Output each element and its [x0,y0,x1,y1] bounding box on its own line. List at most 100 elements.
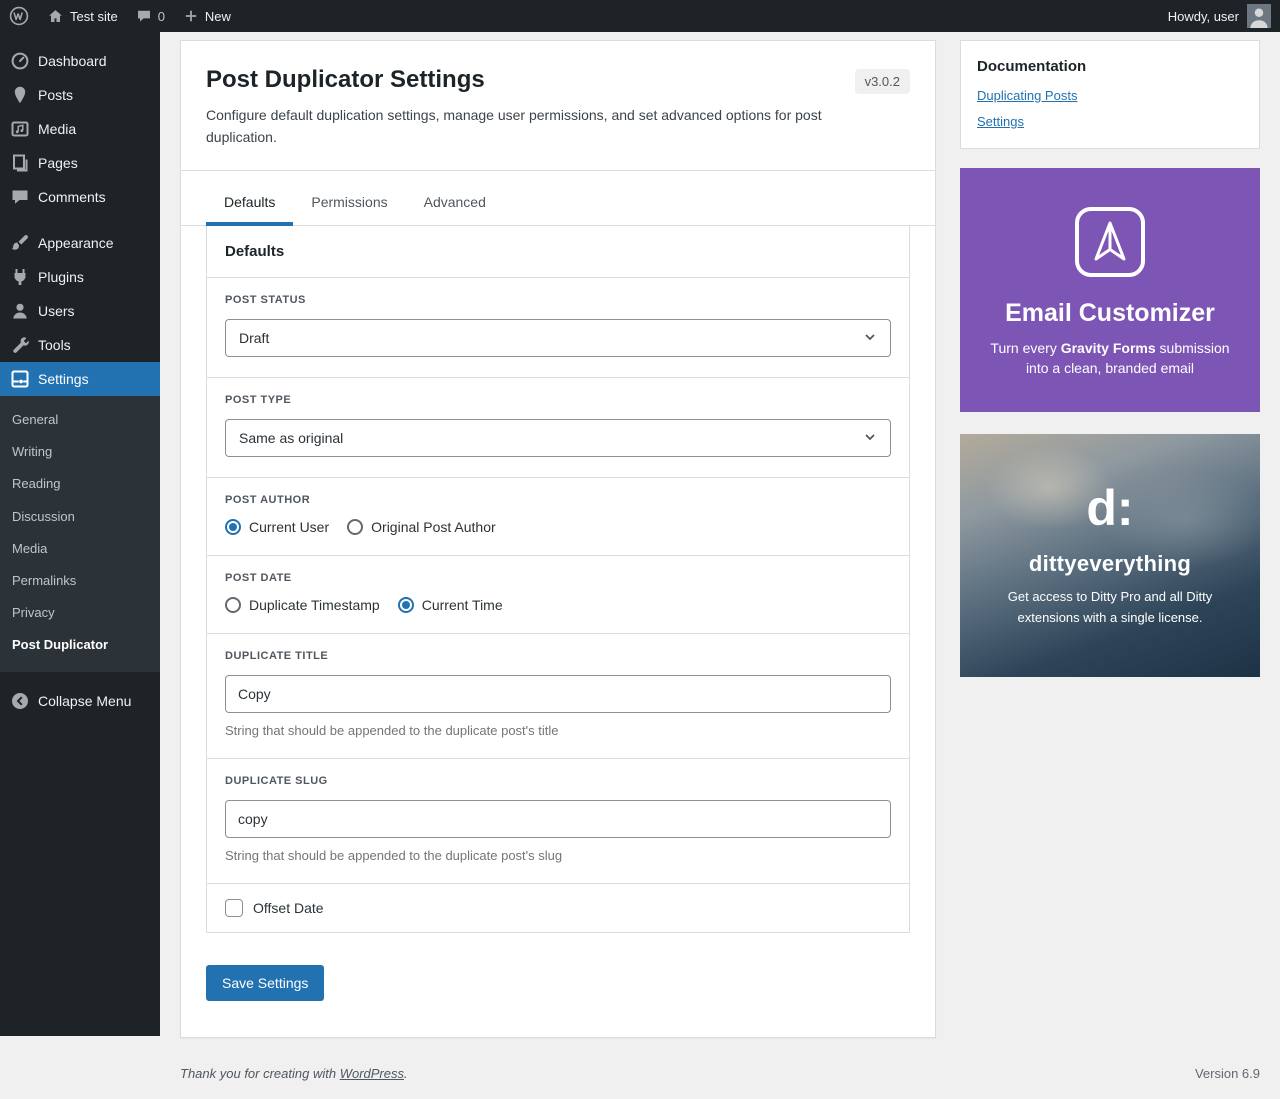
submenu-privacy[interactable]: Privacy [0,597,160,629]
collapse-menu-button[interactable]: Collapse Menu [0,684,160,718]
radio-label: Current User [249,519,329,535]
radio-control[interactable] [347,519,363,535]
sidebar-label: Appearance [38,235,114,251]
offset-date-label: Offset Date [253,900,324,916]
duplicate-title-input[interactable] [225,675,891,713]
sidebar-item-comments[interactable]: Comments [0,180,160,214]
sidebar-item-tools[interactable]: Tools [0,328,160,362]
doc-link-settings[interactable]: Settings [977,114,1243,129]
email-customizer-title: Email Customizer [1005,299,1215,328]
radio-control[interactable] [225,597,241,613]
submenu-general[interactable]: General [0,404,160,436]
submenu-post-duplicator[interactable]: Post Duplicator [0,629,160,661]
new-content-menu[interactable]: New [174,0,240,32]
chevron-down-icon [863,430,877,447]
radio-control[interactable] [225,519,241,535]
radio-duplicate-timestamp[interactable]: Duplicate Timestamp [225,597,380,613]
tab-advanced[interactable]: Advanced [406,181,504,225]
home-icon [47,8,64,25]
settings-tabs: Defaults Permissions Advanced [181,171,935,226]
post-date-label: POST DATE [225,572,891,584]
sidebar-label: Media [38,121,76,137]
comments-shortcut[interactable]: 0 [127,0,174,32]
radio-current-user[interactable]: Current User [225,519,329,535]
collapse-label: Collapse Menu [38,693,131,709]
sidebar-item-posts[interactable]: Posts [0,78,160,112]
footer-version: Version 6.9 [1195,1066,1260,1081]
save-row: Save Settings [181,933,935,1037]
plus-icon [183,8,199,24]
sidebar-label: Dashboard [38,53,107,69]
gravity-forms-brand: Gravity Forms [1061,340,1156,356]
pages-icon [10,153,30,173]
post-type-select[interactable]: Same as original [225,419,891,457]
user-icon [10,301,30,321]
post-author-field: POST AUTHOR Current User Original Post A… [207,478,909,556]
offset-date-checkbox[interactable] [225,899,243,917]
doc-link-duplicating-posts[interactable]: Duplicating Posts [977,88,1243,103]
sidebar-label: Settings [38,371,89,387]
version-badge: v3.0.2 [855,69,910,94]
wordpress-link[interactable]: WordPress [340,1066,404,1081]
settings-icon [10,369,30,389]
sidebar-label: Users [38,303,75,319]
panel-title: Defaults [207,226,909,278]
ditty-logo: d: [1086,483,1133,533]
sidebar-item-dashboard[interactable]: Dashboard [0,44,160,78]
ditty-ad-banner[interactable]: d: dittyeverything Get access to Ditty P… [960,434,1260,677]
sidebar-item-users[interactable]: Users [0,294,160,328]
radio-original-post-author[interactable]: Original Post Author [347,519,496,535]
radio-label: Current Time [422,597,503,613]
settings-card: Post Duplicator Settings v3.0.2 Configur… [180,40,936,1038]
footer-thanks: Thank you for creating with WordPress. [180,1066,408,1081]
post-status-field: POST STATUS Draft [207,278,909,378]
admin-footer: Thank you for creating with WordPress. V… [180,1038,1260,1099]
submenu-discussion[interactable]: Discussion [0,501,160,533]
pin-icon [10,85,30,105]
post-status-select[interactable]: Draft [225,319,891,357]
radio-control[interactable] [398,597,414,613]
settings-submenu: General Writing Reading Discussion Media… [0,396,160,672]
sidebar-item-media[interactable]: Media [0,112,160,146]
avatar [1247,4,1271,28]
radio-current-time[interactable]: Current Time [398,597,503,613]
save-settings-button[interactable]: Save Settings [206,965,324,1001]
post-status-value: Draft [239,330,269,346]
documentation-widget: Documentation Duplicating Posts Settings [960,40,1260,149]
post-type-label: POST TYPE [225,394,891,406]
tab-defaults[interactable]: Defaults [206,181,293,226]
sidebar-item-pages[interactable]: Pages [0,146,160,180]
new-label: New [205,9,231,24]
howdy-label: Howdy, user [1168,9,1239,24]
account-menu[interactable]: Howdy, user [1159,0,1280,32]
plug-icon [10,267,30,287]
wordpress-logo-menu[interactable] [0,0,38,32]
email-customizer-ad-banner[interactable]: Email Customizer Turn every Gravity Form… [960,168,1260,412]
comments-count: 0 [158,9,165,24]
media-icon [10,119,30,139]
post-type-value: Same as original [239,430,343,446]
sidebar-label: Comments [38,189,106,205]
duplicate-title-help: String that should be appended to the du… [225,723,891,738]
sidebar-item-plugins[interactable]: Plugins [0,260,160,294]
submenu-permalinks[interactable]: Permalinks [0,565,160,597]
duplicate-slug-input[interactable] [225,800,891,838]
submenu-media[interactable]: Media [0,533,160,565]
offset-date-option[interactable]: Offset Date [225,899,891,917]
collapse-arrow-icon [10,691,30,711]
post-author-label: POST AUTHOR [225,494,891,506]
dashboard-icon [10,51,30,71]
submenu-writing[interactable]: Writing [0,436,160,468]
duplicate-slug-help: String that should be appended to the du… [225,848,891,863]
page-description: Configure default duplication settings, … [206,105,846,148]
tab-permissions[interactable]: Permissions [293,181,405,225]
chevron-down-icon [863,330,877,347]
sidebar-label: Posts [38,87,73,103]
duplicate-title-label: DUPLICATE TITLE [225,650,891,662]
site-name-link[interactable]: Test site [38,0,127,32]
sidebar-item-appearance[interactable]: Appearance [0,226,160,260]
defaults-panel: Defaults POST STATUS Draft POST TYPE Sam… [206,226,910,933]
submenu-reading[interactable]: Reading [0,468,160,500]
sidebar-item-settings[interactable]: Settings [0,362,160,396]
sidebar-label: Tools [38,337,71,353]
